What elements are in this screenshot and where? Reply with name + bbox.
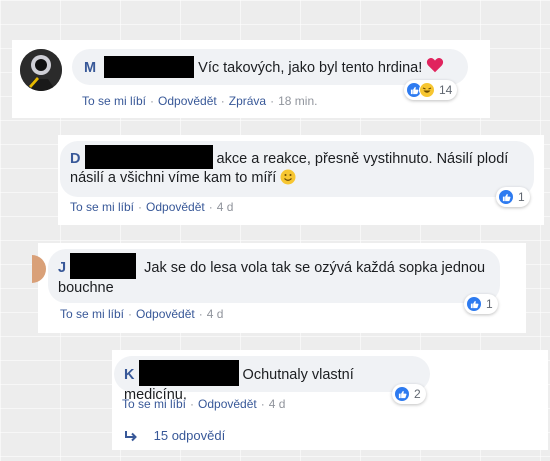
reaction-summary[interactable]: 1	[464, 294, 498, 314]
reaction-count: 1	[518, 190, 525, 204]
comment-text-line2: bouchne	[58, 280, 114, 296]
timestamp[interactable]: 4 d	[217, 200, 234, 214]
heart-icon	[426, 57, 444, 79]
reply-arrow-icon	[124, 430, 138, 445]
comment-actions: To se mi líbí · Odpovědět · Zpráva · 18 min.	[82, 94, 318, 108]
like-link[interactable]: To se mi líbí	[60, 307, 124, 321]
redacted-name	[104, 55, 195, 78]
reaction-count: 1	[486, 297, 493, 311]
timestamp[interactable]: 4 d	[269, 397, 286, 411]
reaction-summary[interactable]: 14	[404, 80, 458, 100]
like-link[interactable]: To se mi líbí	[82, 94, 146, 108]
comment-card: K Ochutnaly vlastní medicínu. To se mi l…	[112, 350, 548, 450]
like-link[interactable]: To se mi líbí	[70, 200, 134, 214]
comment-card: M Víc takových, jako byl tento hrdina! T…	[12, 40, 490, 118]
reply-link[interactable]: Odpovědět	[198, 397, 257, 411]
redacted-name	[84, 145, 213, 169]
like-icon	[498, 189, 514, 205]
redacted-name	[138, 360, 239, 386]
comment-bubble: J Jak se do lesa vola tak se ozývá každá…	[48, 249, 500, 303]
timestamp[interactable]: 18 min.	[278, 94, 317, 108]
comment-actions: To se mi líbí · Odpovědět · 4 d	[122, 397, 286, 411]
comment-author-initial[interactable]: M	[84, 60, 96, 76]
comment-text: Víc takových, jako byl tento hrdina!	[198, 59, 427, 76]
replies-count-label[interactable]: 15 odpovědí	[154, 428, 226, 443]
redacted-name	[70, 253, 137, 279]
reaction-summary[interactable]: 1	[496, 187, 530, 207]
reply-link[interactable]: Odpovědět	[136, 307, 195, 321]
comment-card: J Jak se do lesa vola tak se ozývá každá…	[32, 243, 526, 333]
avatar[interactable]	[32, 255, 46, 283]
comment-bubble: D akce a reakce, přesně vystihnuto. Nási…	[60, 141, 534, 197]
view-replies-link[interactable]: 15 odpovědí	[124, 428, 225, 445]
reply-link[interactable]: Odpovědět	[146, 200, 205, 214]
haha-icon	[419, 82, 435, 98]
like-link[interactable]: To se mi líbí	[122, 397, 186, 411]
reaction-count: 2	[414, 387, 421, 401]
reaction-count: 14	[439, 83, 453, 97]
comment-bubble: M Víc takových, jako byl tento hrdina!	[72, 49, 468, 85]
timestamp[interactable]: 4 d	[207, 307, 224, 321]
smile-emoji-icon	[280, 169, 296, 191]
avatar-image	[20, 49, 62, 91]
comment-text-line1: akce a reakce, přesně vystihnuto. Násilí…	[216, 150, 509, 167]
reply-link[interactable]: Odpovědět	[158, 94, 217, 108]
like-icon	[466, 296, 482, 312]
comment-text-line1: Jak se do lesa vola tak se ozývá každá s…	[144, 259, 486, 276]
comment-card: D akce a reakce, přesně vystihnuto. Nási…	[58, 135, 544, 225]
comment-actions: To se mi líbí · Odpovědět · 4 d	[70, 200, 234, 214]
comment-author-initial[interactable]: K	[124, 367, 134, 383]
avatar[interactable]	[20, 49, 62, 91]
reaction-summary[interactable]: 2	[392, 384, 426, 404]
comment-author-initial[interactable]: D	[70, 151, 80, 167]
comment-author-initial[interactable]: J	[58, 260, 66, 276]
comment-bubble: K Ochutnaly vlastní medicínu.	[114, 356, 430, 403]
like-icon	[394, 386, 410, 402]
message-link[interactable]: Zpráva	[229, 94, 266, 108]
comment-text-line2: násilí a všichni víme kam to míří	[70, 170, 281, 186]
comment-actions: To se mi líbí · Odpovědět · 4 d	[60, 307, 224, 321]
